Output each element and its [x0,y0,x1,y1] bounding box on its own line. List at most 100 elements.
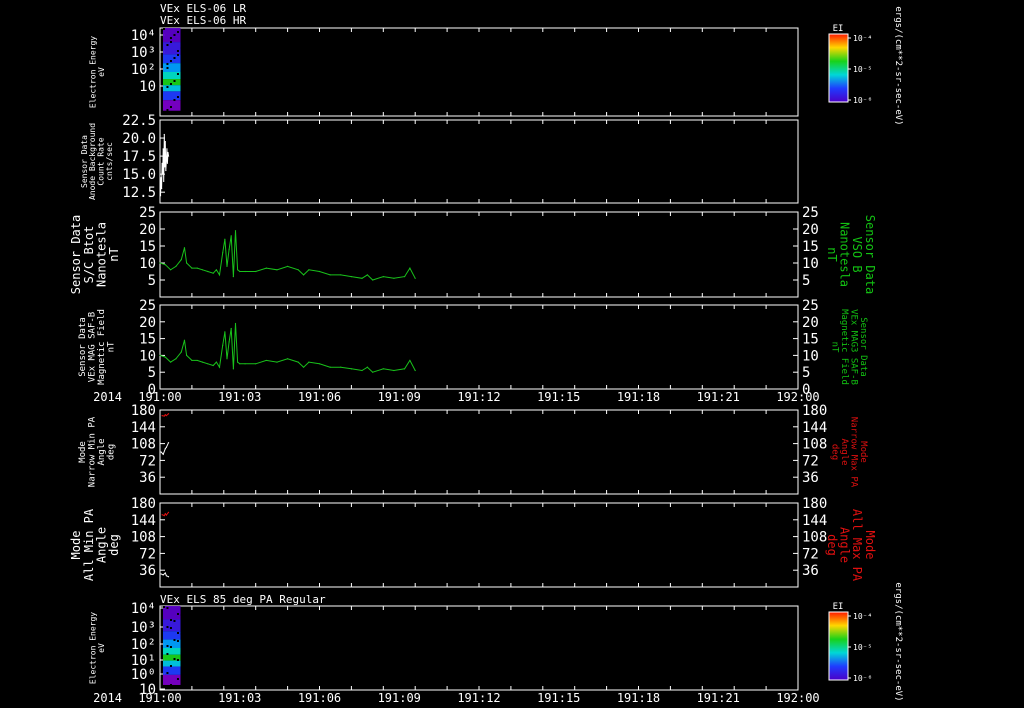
data-point [393,277,395,279]
spectrogram-band [163,648,181,655]
spectrogram-gap [176,659,179,661]
x-tick-label: 192:00 [776,691,819,705]
data-point [180,351,182,353]
data-point [372,371,374,373]
y-tick-label-right: 108 [802,530,827,546]
spectrogram-gap [169,60,172,62]
spectrogram-gap [163,606,165,608]
spectrogram-gap [166,63,169,65]
colorbar-tick-label: 10⁻⁵ [853,643,872,652]
data-point [287,265,289,267]
y-tick-label: 10³ [131,620,156,636]
data-point [164,513,166,515]
spectrogram-gap [170,41,172,43]
y-tick-label: 72 [139,453,156,469]
data-point [308,269,310,271]
y-tick-label-right: 10 [802,348,819,364]
ylabel-line: deg [107,534,121,556]
data-point [230,235,232,237]
data-point [175,358,177,360]
data-point [215,361,217,363]
colorbar-tick-label: 10⁻⁶ [853,674,872,683]
data-point [191,359,193,362]
data-point [340,274,342,276]
data-point [159,354,161,356]
colorbar-unit: ergs/(cm**2-sr-sec-eV) [893,6,903,125]
data-point [393,369,395,372]
data-point [165,446,167,448]
spectrogram-gap [169,106,172,108]
data-point [414,277,416,279]
data-point [329,274,331,276]
data-point [201,361,204,363]
data-point [164,572,166,574]
data-point [228,248,230,250]
spectrogram-gap [180,47,183,49]
data-point [160,177,162,179]
x-tick-label: 191:15 [537,390,580,404]
y-tick-label: 10 [139,256,156,272]
colorbar-tick-label: 10⁻⁴ [853,612,872,621]
data-point [237,269,239,271]
data-point [183,247,186,249]
panel1-title-2: VEx ELS-06 HR [160,14,246,27]
data-point [166,148,168,150]
spectrogram-gap [173,57,176,59]
data-point [164,414,166,416]
right-label-line: deg [830,444,840,460]
data-point [232,368,234,370]
data-point [237,361,239,363]
data-point [409,267,411,269]
y-tick-label-right: 36 [802,563,819,579]
data-point [167,413,170,415]
data-point [165,159,167,161]
colorbar-unit: ergs/(cm**2-sr-sec-eV) [893,582,903,701]
y-tick-label: 10 [139,348,156,364]
y-tick-label: 10⁰ [131,667,156,683]
spectrogram-gap [177,632,179,634]
y-tick-label-right: 5 [802,365,810,381]
spectrogram-band [163,91,181,101]
spectrogram-gap [166,626,169,628]
data-point [164,166,166,168]
spectrogram-gap [176,96,179,98]
data-point [239,363,241,365]
y-tick-label: 36 [139,470,156,486]
spectrogram-gap [166,607,169,609]
y-tick-label-right: 72 [802,546,819,562]
data-point [329,366,331,368]
y-tick-label: 144 [131,420,156,436]
data-point [239,270,241,273]
data-point [165,169,167,172]
colorbar-tick-label: 10⁻⁵ [853,65,872,74]
x-tick-label: 191:03 [218,390,261,404]
colorbar-ramp [828,611,849,681]
panel7-title: VEx ELS 85 deg PA Regular [160,593,326,606]
spectrogram-1 [163,28,183,114]
data-point [167,155,170,157]
data-point [167,511,170,513]
data-point [162,173,164,175]
data-point [165,415,167,417]
data-point [414,369,416,372]
data-point [162,574,164,576]
colorbar-title: EI [833,24,844,34]
x-tick-label: 191:12 [457,390,500,404]
x-tick-label: 191:21 [697,390,740,404]
y-tick-label: 36 [139,563,156,579]
spectrogram-gap [169,627,172,629]
data-point [265,267,267,269]
spectrogram-7 [163,606,183,687]
y-tick-label-right: 15 [802,332,819,348]
data-point [167,151,169,154]
y-tick-label: 10 [139,79,156,95]
y-tick-label: 25 [139,205,156,221]
spectrogram-gap [169,83,172,85]
x-tick-label: 191:21 [697,691,740,705]
data-point [163,515,165,517]
ylabel-line: nT [107,341,117,352]
data-point [276,361,278,363]
spectrogram-gap [173,80,176,82]
y-tick-label: 22.5 [122,113,156,129]
data-point [164,448,166,450]
